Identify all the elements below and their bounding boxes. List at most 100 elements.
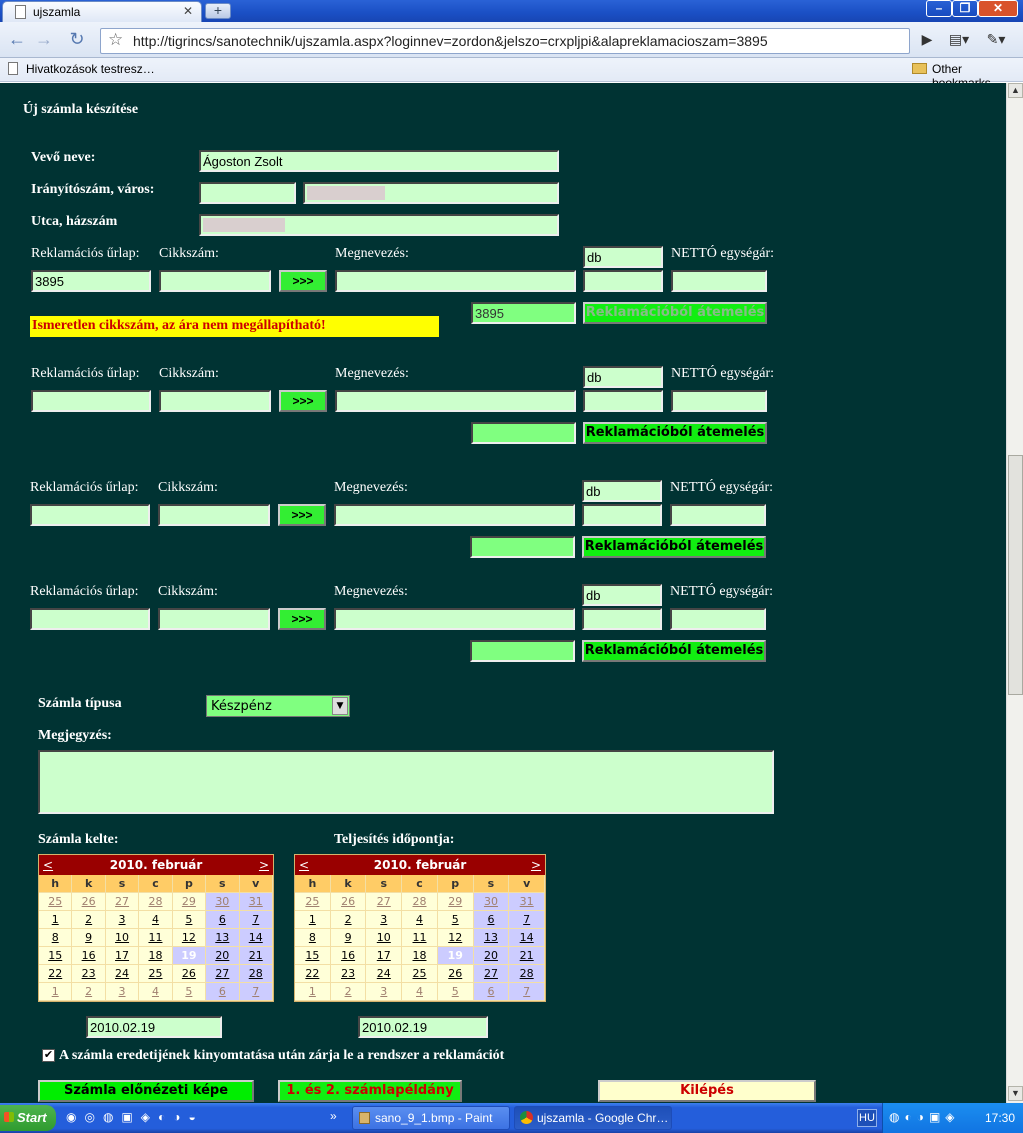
calendar-day[interactable]: 12 [172,929,207,947]
taskbar-item-paint[interactable]: sano_9_1.bmp - Paint [352,1106,510,1130]
calendar-day[interactable]: 23 [330,965,367,983]
calendar-day[interactable]: 15 [295,947,331,965]
calendar-day[interactable]: 1 [295,983,331,1001]
calendar-day[interactable]: 24 [366,965,403,983]
zip-input[interactable] [199,182,296,204]
maximize-icon[interactable]: ❐ [952,0,978,17]
unit-input[interactable]: db [582,480,662,502]
scroll-thumb[interactable] [1008,455,1023,695]
item-name-input[interactable] [335,390,576,412]
unit-price-input[interactable] [670,608,766,630]
item-name-input[interactable] [335,270,576,292]
calendar-day[interactable]: 26 [72,893,106,911]
calendar-day[interactable]: 1 [39,911,73,929]
calendar-day[interactable]: 8 [39,929,73,947]
calendar-day[interactable]: 1 [39,983,73,1001]
calendar-day[interactable]: 25 [295,893,331,911]
claim-number-input[interactable] [470,640,575,662]
calendar-day[interactable]: 25 [139,965,173,983]
calendar-day[interactable]: 30 [473,893,510,911]
calendar-day[interactable]: 6 [206,983,240,1001]
calendar-day[interactable]: 6 [473,983,510,1001]
calendar-day[interactable]: 24 [105,965,140,983]
calendar-day[interactable]: 4 [402,911,438,929]
page-menu-icon[interactable]: ▤▾ [948,29,970,51]
start-button[interactable]: Start [0,1105,56,1131]
lookup-button[interactable]: >>> [278,504,326,526]
calendar-day[interactable]: 25 [39,893,73,911]
item-name-input[interactable] [334,504,575,526]
calendar-day[interactable]: 2 [72,911,106,929]
close-claim-checkbox[interactable]: ✔ [42,1049,55,1062]
more-icon[interactable]: » [330,1109,337,1123]
calendar-day[interactable]: 9 [72,929,106,947]
claim-input[interactable] [31,390,151,412]
chevron-down-icon[interactable]: ▼ [332,697,348,715]
invoice-preview-button[interactable]: Számla előnézeti képe [38,1080,254,1102]
quantity-input[interactable] [582,608,662,630]
calendar-day[interactable]: 2 [72,983,106,1001]
calendar-day[interactable]: 15 [39,947,73,965]
calendar-day[interactable]: 3 [105,911,140,929]
next-month-link[interactable]: > [259,855,269,875]
street-input[interactable] [199,214,559,236]
calendar-day[interactable]: 27 [366,893,403,911]
calendar-day[interactable]: 27 [105,893,140,911]
calendar-day[interactable]: 13 [206,929,240,947]
calendar-day[interactable]: 22 [39,965,73,983]
quantity-input[interactable] [583,390,663,412]
calendar-day[interactable]: 5 [437,911,474,929]
calendar-day[interactable]: 27 [473,965,510,983]
item-no-input[interactable] [158,608,270,630]
prev-month-link[interactable]: < [299,855,309,875]
calendar-day[interactable]: 10 [105,929,140,947]
invoice-copies-button[interactable]: 1. és 2. számlapéldány [278,1080,462,1102]
language-indicator[interactable]: HU [857,1109,877,1127]
unit-price-input[interactable] [671,390,767,412]
calendar-day[interactable]: 28 [509,965,546,983]
note-textarea[interactable] [38,750,774,814]
calendar-day[interactable]: 5 [172,911,207,929]
quantity-input[interactable] [582,504,662,526]
calendar-day[interactable]: 22 [295,965,331,983]
reload-icon[interactable]: ↻ [66,29,88,51]
quick-launch-icons[interactable]: ◉◎◍▣◈◐◑◒ [66,1110,204,1124]
calendar-day[interactable]: 17 [366,947,403,965]
calendar-day[interactable]: 7 [509,911,546,929]
calendar-day[interactable]: 6 [473,911,510,929]
city-input[interactable] [303,182,559,204]
scroll-up-icon[interactable]: ▲ [1008,83,1023,98]
browser-tab[interactable]: ujszamla ✕ [2,1,202,22]
calendar-day[interactable]: 4 [139,983,173,1001]
go-icon[interactable]: ▶ [916,29,938,51]
calendar-day[interactable]: 12 [437,929,474,947]
calendar-day[interactable]: 26 [330,893,367,911]
calendar-day[interactable]: 3 [105,983,140,1001]
taskbar-item-chrome[interactable]: ujszamla - Google Chr… [514,1106,672,1130]
calendar-day[interactable]: 11 [139,929,173,947]
calendar-day[interactable]: 7 [239,983,273,1001]
transfer-from-claim-button[interactable]: Reklamációból átemelés [583,422,767,444]
claim-input[interactable]: 3895 [31,270,151,292]
calendar-day[interactable]: 18 [402,947,438,965]
calendar-day[interactable]: 6 [206,911,240,929]
vertical-scrollbar[interactable]: ▲ ▼ [1006,83,1023,1103]
calendar-day[interactable]: 4 [402,983,438,1001]
claim-number-input[interactable]: 3895 [471,302,576,324]
wrench-icon[interactable]: ✎▾ [985,29,1007,51]
calendar-day[interactable]: 29 [437,893,474,911]
item-no-input[interactable] [158,504,270,526]
minimize-icon[interactable]: – [926,0,952,17]
calendar-day[interactable]: 28 [139,893,173,911]
calendar-day[interactable]: 26 [172,965,207,983]
calendar-day[interactable]: 13 [473,929,510,947]
calendar-day[interactable]: 16 [330,947,367,965]
issue-date-input[interactable]: 2010.02.19 [86,1016,222,1038]
calendar-day[interactable]: 19 [437,947,474,965]
calendar-day[interactable]: 30 [206,893,240,911]
calendar-day[interactable]: 16 [72,947,106,965]
next-month-link[interactable]: > [531,855,541,875]
quantity-input[interactable] [583,270,663,292]
calendar-day[interactable]: 2 [330,911,367,929]
unit-price-input[interactable] [671,270,767,292]
